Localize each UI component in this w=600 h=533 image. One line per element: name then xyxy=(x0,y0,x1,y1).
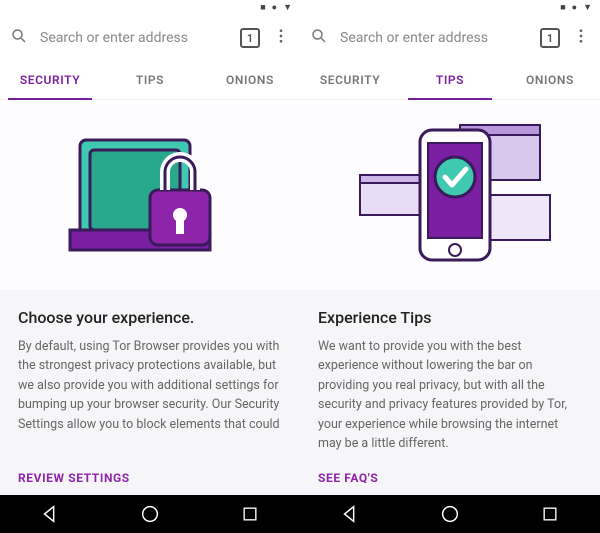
status-icon: ■ xyxy=(260,4,265,13)
status-icon: ● xyxy=(572,4,577,13)
search-icon[interactable] xyxy=(310,27,328,49)
android-nav-bar xyxy=(0,495,300,533)
nav-back-icon[interactable] xyxy=(30,499,70,529)
search-input[interactable]: Search or enter address xyxy=(40,30,228,46)
status-icon: ▼ xyxy=(283,4,292,13)
nav-recent-icon[interactable] xyxy=(530,499,570,529)
page-heading: Choose your experience. xyxy=(18,308,282,327)
tab-bar: SECURITY TIPS ONIONS xyxy=(0,60,300,100)
tab-label: ONIONS xyxy=(526,73,574,87)
cta-review-settings[interactable]: REVIEW SETTINGS xyxy=(18,471,282,485)
overflow-menu-icon[interactable] xyxy=(272,27,290,49)
tab-label: SECURITY xyxy=(320,73,380,87)
status-icon: ■ xyxy=(560,4,565,13)
search-input[interactable]: Search or enter address xyxy=(340,30,528,46)
status-icon: ● xyxy=(272,4,277,13)
content-body: Experience Tips We want to provide you w… xyxy=(300,290,600,495)
tabs-count-button[interactable]: 1 xyxy=(240,28,260,48)
search-icon[interactable] xyxy=(10,27,28,49)
browser-toolbar: Search or enter address 1 xyxy=(0,16,300,60)
page-heading: Experience Tips xyxy=(318,308,582,327)
tab-tips[interactable]: TIPS xyxy=(100,60,200,99)
page-body-text: We want to provide you with the best exp… xyxy=(318,337,582,461)
hero-illustration xyxy=(300,100,600,290)
tab-label: TIPS xyxy=(436,73,464,87)
cta-see-faqs[interactable]: SEE FAQ'S xyxy=(318,471,582,485)
nav-home-icon[interactable] xyxy=(130,499,170,529)
tab-onions[interactable]: ONIONS xyxy=(500,60,600,99)
nav-back-icon[interactable] xyxy=(330,499,370,529)
content-body: Choose your experience. By default, usin… xyxy=(0,290,300,495)
tabs-count-button[interactable]: 1 xyxy=(540,28,560,48)
hero-illustration xyxy=(0,100,300,290)
tab-onions[interactable]: ONIONS xyxy=(200,60,300,99)
nav-recent-icon[interactable] xyxy=(230,499,270,529)
screen-tips: ■ ● ▼ Search or enter address 1 SECURITY… xyxy=(300,0,600,533)
screen-security: ■ ● ▼ Search or enter address 1 SECURITY… xyxy=(0,0,300,533)
status-bar: ■ ● ▼ xyxy=(0,0,300,16)
tab-label: ONIONS xyxy=(226,73,274,87)
status-bar: ■ ● ▼ xyxy=(300,0,600,16)
tab-security[interactable]: SECURITY xyxy=(300,60,400,99)
nav-home-icon[interactable] xyxy=(430,499,470,529)
status-icon: ▼ xyxy=(583,4,592,13)
page-body-text: By default, using Tor Browser provides y… xyxy=(18,337,282,461)
android-nav-bar xyxy=(300,495,600,533)
browser-toolbar: Search or enter address 1 xyxy=(300,16,600,60)
tab-bar: SECURITY TIPS ONIONS xyxy=(300,60,600,100)
tab-label: SECURITY xyxy=(20,73,80,87)
tab-tips[interactable]: TIPS xyxy=(400,60,500,99)
tab-label: TIPS xyxy=(136,73,164,87)
overflow-menu-icon[interactable] xyxy=(572,27,590,49)
tab-security[interactable]: SECURITY xyxy=(0,60,100,99)
